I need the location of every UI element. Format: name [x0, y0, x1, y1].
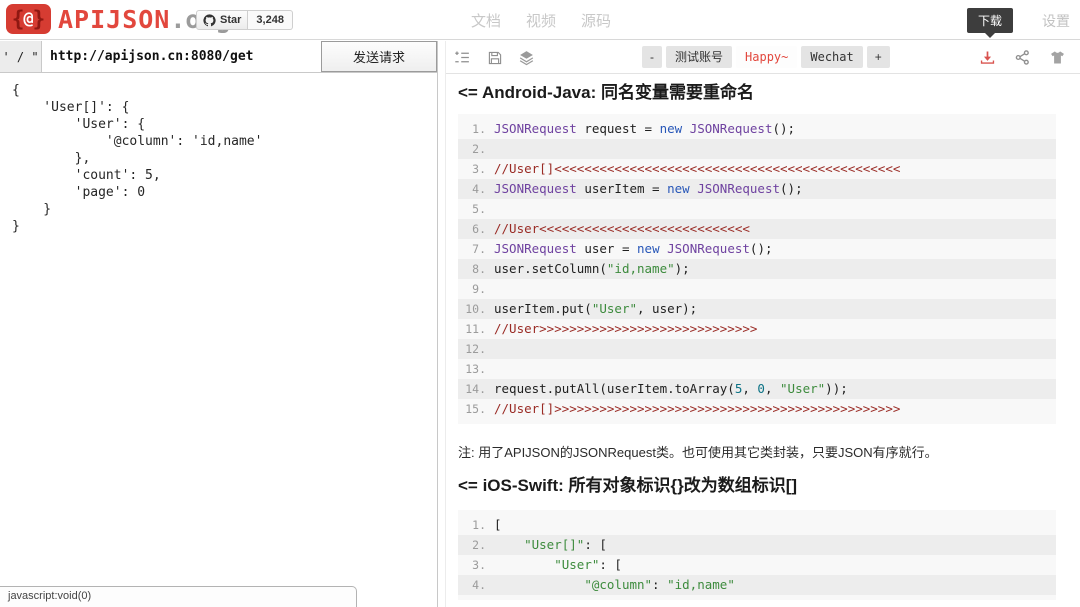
add-account-button[interactable]: +: [867, 46, 890, 68]
line-number: 10.: [458, 299, 486, 319]
line-number: 14.: [458, 379, 486, 399]
toolbar-left-icons: [453, 41, 536, 74]
line-number: 4.: [458, 575, 486, 595]
nav-item-docs[interactable]: 文档: [471, 10, 501, 31]
code-line: 6.//User<<<<<<<<<<<<<<<<<<<<<<<<<<<<: [458, 219, 1056, 239]
github-star-widget: Star 3,248: [196, 10, 293, 30]
code-line: 3. "User": [: [458, 555, 1056, 575]
line-number: 9.: [458, 279, 486, 299]
line-number: 4.: [458, 179, 486, 199]
nav-item-source[interactable]: 源码: [581, 10, 611, 31]
line-number: 3.: [458, 159, 486, 179]
download-tooltip: 下载: [967, 8, 1013, 33]
code-line: 13.: [458, 359, 1056, 379]
github-star-button[interactable]: Star: [196, 10, 248, 30]
line-number: 5.: [458, 199, 486, 219]
line-number: 3.: [458, 555, 486, 575]
line-number: 6.: [458, 219, 486, 239]
share-icon[interactable]: [1013, 48, 1032, 67]
top-header: {@} APIJSON.org Star 3,248 文档 视频 源码 下载 设…: [0, 0, 1080, 40]
account-switcher: - 测试账号 Happy~ Wechat +: [642, 46, 890, 68]
line-number: 11.: [458, 319, 486, 339]
code-line: 2.: [458, 139, 1056, 159]
line-number: 2.: [458, 535, 486, 555]
quote-toggle[interactable]: ' / ": [0, 41, 42, 72]
download-icon[interactable]: [978, 48, 997, 67]
code-line: 4. "@column": "id,name": [458, 575, 1056, 595]
code-line: 9.: [458, 279, 1056, 299]
settings-link[interactable]: 设置: [1042, 11, 1070, 31]
url-input[interactable]: [42, 41, 321, 72]
line-number: 12.: [458, 339, 486, 359]
brand-name: APIJSON: [58, 5, 170, 34]
code-line: 3.//User[]<<<<<<<<<<<<<<<<<<<<<<<<<<<<<<…: [458, 159, 1056, 179]
list-options-icon[interactable]: [453, 48, 472, 67]
code-block-swift: 1.[2. "User[]": [3. "User": [4. "@column…: [458, 510, 1056, 600]
line-number: 2.: [458, 139, 486, 159]
toolbar-right-icons: [978, 41, 1067, 74]
logo-brace-right: }: [33, 9, 46, 30]
layers-icon[interactable]: [517, 48, 536, 67]
line-number: 13.: [458, 359, 486, 379]
code-line: 15.//User[]>>>>>>>>>>>>>>>>>>>>>>>>>>>>>…: [458, 399, 1056, 419]
code-line: 2. "User[]": [: [458, 535, 1056, 555]
account-test[interactable]: 测试账号: [666, 46, 732, 68]
code-line: 11.//User>>>>>>>>>>>>>>>>>>>>>>>>>>>>>: [458, 319, 1056, 339]
code-line: 1.JSONRequest request = new JSONRequest(…: [458, 119, 1056, 139]
code-line: 7.JSONRequest user = new JSONRequest();: [458, 239, 1056, 259]
account-happy[interactable]: Happy~: [736, 46, 797, 68]
json-editor[interactable]: { 'User[]': { 'User': { '@column': 'id,n…: [0, 73, 437, 244]
github-octocat-icon: [203, 14, 216, 27]
section-title-android-java: <= Android-Java: 同名变量需要重命名: [458, 81, 1056, 105]
code-line: 1.[: [458, 515, 1056, 535]
send-request-button[interactable]: 发送请求: [321, 41, 437, 72]
code-note: 注: 用了APIJSON的JSONRequest类。也可使用其它类封装，只要JS…: [458, 442, 1056, 461]
code-line: 8.user.setColumn("id,name");: [458, 259, 1056, 279]
code-line: 12.: [458, 339, 1056, 359]
code-line: 4.JSONRequest userItem = new JSONRequest…: [458, 179, 1056, 199]
link-status-bar: javascript:void(0): [0, 586, 357, 607]
account-wechat[interactable]: Wechat: [801, 46, 862, 68]
code-line: 14.request.putAll(userItem.toArray(5, 0,…: [458, 379, 1056, 399]
result-toolbar: - 测试账号 Happy~ Wechat +: [446, 41, 1080, 74]
apijson-logo-icon: {@}: [6, 4, 51, 34]
code-line: 5.: [458, 199, 1056, 219]
code-line: 10.userItem.put("User", user);: [458, 299, 1056, 319]
main-nav: 文档 视频 源码: [471, 10, 611, 31]
line-number: 1.: [458, 515, 486, 535]
save-icon[interactable]: [485, 48, 504, 67]
line-number: 7.: [458, 239, 486, 259]
github-star-label: Star: [220, 13, 241, 27]
section-title-ios-swift: <= iOS-Swift: 所有对象标识{}改为数组标识[]: [458, 474, 1056, 498]
result-panel: - 测试账号 Happy~ Wechat + <= Android-Java: …: [445, 41, 1080, 607]
github-star-count[interactable]: 3,248: [248, 10, 293, 30]
nav-item-videos[interactable]: 视频: [526, 10, 556, 31]
request-panel: ' / " 发送请求 { 'User[]': { 'User': { '@col…: [0, 41, 438, 607]
tshirt-icon[interactable]: [1048, 48, 1067, 67]
code-block-java: 1.JSONRequest request = new JSONRequest(…: [458, 114, 1056, 424]
line-number: 8.: [458, 259, 486, 279]
remove-account-button[interactable]: -: [642, 46, 662, 68]
line-number: 1.: [458, 119, 486, 139]
doc-content: <= Android-Java: 同名变量需要重命名 1.JSONRequest…: [446, 75, 1080, 607]
request-url-row: ' / " 发送请求: [0, 41, 437, 73]
line-number: 15.: [458, 399, 486, 419]
